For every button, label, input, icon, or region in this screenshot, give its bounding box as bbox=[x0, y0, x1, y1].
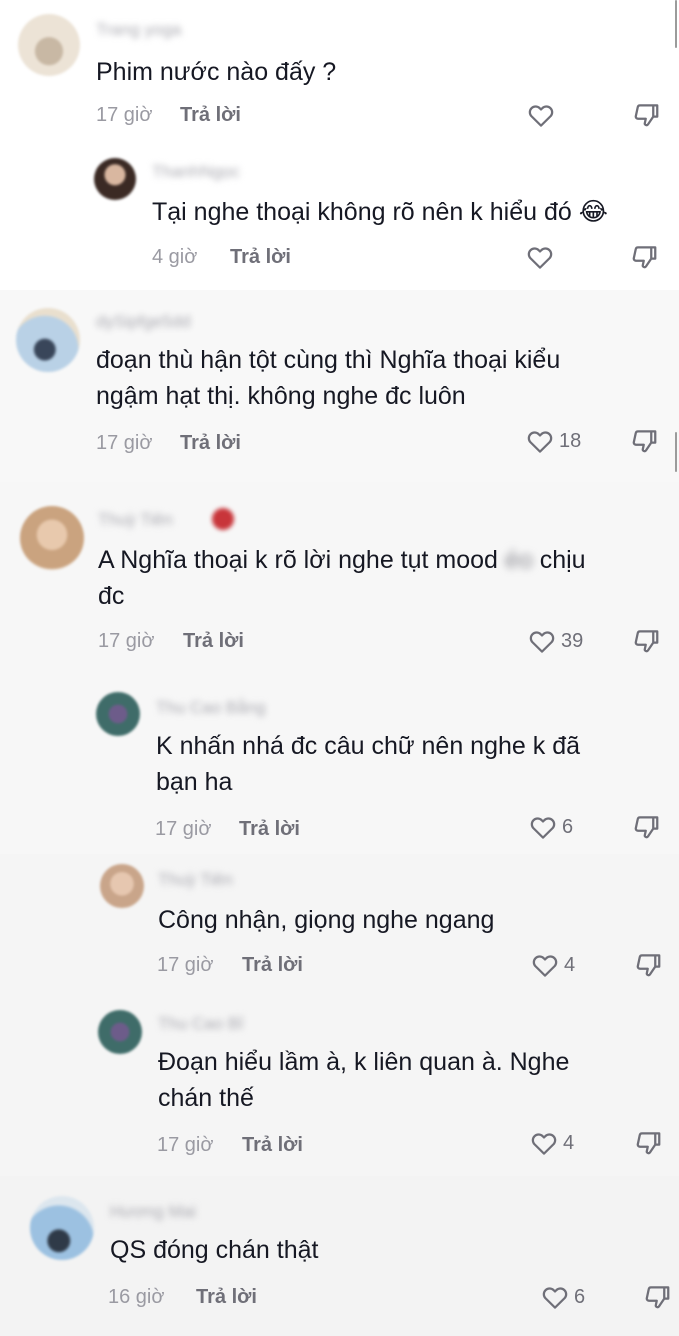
like-button[interactable]: 4 bbox=[530, 950, 575, 980]
reply-item: Thu Cao Bỉ Đoạn hiểu lầm à, k liên quan … bbox=[0, 1004, 679, 1174]
comment-time: 17 giờ bbox=[98, 630, 155, 652]
like-button[interactable]: 18 bbox=[525, 426, 581, 456]
reply-button[interactable]: Trả lời bbox=[183, 630, 244, 653]
like-button[interactable] bbox=[526, 100, 556, 130]
avatar[interactable] bbox=[98, 1010, 142, 1054]
comment-item: Trang yoga Phim nước nào đấy ? 17 giờ Tr… bbox=[0, 0, 679, 140]
like-count: 6 bbox=[574, 1285, 586, 1308]
comment-text: chán thế bbox=[158, 1084, 254, 1112]
comment-text: Công nhận, giọng nghe ngang bbox=[158, 906, 495, 934]
like-count: 39 bbox=[561, 629, 584, 652]
thumbs-down-outline-icon[interactable] bbox=[634, 950, 664, 980]
comment-text: ngậm hạt thị. không nghe đc luôn bbox=[96, 382, 466, 410]
comment-item: Thuỳ Tiên A Nghĩa thoại k rõ lời nghe tụ… bbox=[0, 496, 679, 676]
like-button[interactable]: 4 bbox=[529, 1128, 574, 1158]
username[interactable]: Trang yoga bbox=[96, 20, 181, 40]
username[interactable]: ThanhNgọc bbox=[152, 162, 240, 182]
comment-time: 17 giờ bbox=[96, 432, 153, 454]
avatar[interactable] bbox=[94, 158, 136, 200]
username[interactable]: Thu Cao Bỉ bbox=[158, 1014, 243, 1034]
thumbs-down-outline-icon[interactable] bbox=[643, 1282, 673, 1312]
reply-button[interactable]: Trả lời bbox=[180, 104, 241, 127]
comment-text-line: chịu bbox=[539, 546, 586, 574]
comment-time: 17 giờ bbox=[155, 818, 212, 840]
censored-word: éo bbox=[504, 546, 533, 574]
avatar[interactable] bbox=[16, 308, 80, 372]
username[interactable]: Thuỳ Tiên bbox=[158, 870, 233, 890]
heart-outline-icon bbox=[530, 817, 556, 839]
comment-text: đc bbox=[98, 582, 125, 610]
thumbs-down-outline-icon[interactable] bbox=[630, 242, 660, 272]
reply-button[interactable]: Trả lời bbox=[180, 432, 241, 455]
thumbs-down-outline-icon[interactable] bbox=[632, 812, 662, 842]
heart-outline-icon bbox=[527, 431, 553, 453]
reply-button[interactable]: Trả lời bbox=[239, 818, 300, 841]
comment-text-line: Tại nghe thoại không rõ nên k hiểu đó bbox=[152, 198, 572, 226]
like-count: 18 bbox=[559, 429, 582, 452]
comment-time: 4 giờ bbox=[152, 246, 198, 268]
like-count: 6 bbox=[562, 815, 574, 838]
thumbs-down-outline-icon[interactable] bbox=[632, 626, 662, 656]
comment-text: QS đóng chán thật bbox=[110, 1236, 319, 1264]
heart-emoji-blurred bbox=[212, 508, 234, 530]
comment-text: Phim nước nào đấy ? bbox=[96, 58, 337, 86]
username[interactable]: Thu Cao Bằng bbox=[156, 698, 266, 718]
reply-button[interactable]: Trả lời bbox=[230, 246, 291, 269]
like-button[interactable]: 39 bbox=[527, 626, 583, 656]
thumbs-down-outline-icon[interactable] bbox=[634, 1128, 664, 1158]
like-button[interactable]: 6 bbox=[540, 1282, 585, 1312]
heart-outline-icon bbox=[527, 247, 553, 269]
comment-text: Tại nghe thoại không rõ nên k hiểu đó 😂 bbox=[152, 194, 608, 231]
like-count: 4 bbox=[564, 953, 576, 976]
avatar[interactable] bbox=[30, 1196, 94, 1260]
reply-button[interactable]: Trả lời bbox=[242, 954, 303, 977]
reply-item: Thuỳ Tiên Công nhận, giọng nghe ngang 17… bbox=[0, 858, 679, 998]
heart-outline-icon bbox=[531, 1133, 557, 1155]
username[interactable]: Thuỳ Tiên bbox=[98, 510, 173, 530]
avatar[interactable] bbox=[100, 864, 144, 908]
heart-outline-icon bbox=[528, 105, 554, 127]
comment-text: A Nghĩa thoại k rõ lời nghe tụt mood éo … bbox=[98, 542, 586, 579]
thumbs-down-outline-icon[interactable] bbox=[630, 426, 660, 456]
comment-time: 16 giờ bbox=[108, 1286, 165, 1308]
like-button[interactable] bbox=[525, 242, 555, 272]
laughing-tears-emoji: 😂 bbox=[578, 198, 608, 226]
avatar[interactable] bbox=[20, 506, 84, 570]
reply-item: Thu Cao Bằng K nhấn nhá đc câu chữ nên n… bbox=[0, 684, 679, 854]
heart-outline-icon bbox=[532, 955, 558, 977]
username[interactable]: Hương Mai bbox=[110, 1202, 196, 1222]
comment-text: K nhấn nhá đc câu chữ nên nghe k đã bbox=[156, 732, 580, 760]
avatar[interactable] bbox=[18, 14, 80, 76]
comment-time: 17 giờ bbox=[157, 954, 214, 976]
username[interactable]: dySipfge5dd bbox=[96, 312, 191, 332]
like-button[interactable]: 6 bbox=[528, 812, 573, 842]
comment-text: đoạn thù hận tột cùng thì Nghĩa thoại ki… bbox=[96, 346, 561, 374]
reply-button[interactable]: Trả lời bbox=[242, 1134, 303, 1157]
reply-button[interactable]: Trả lời bbox=[196, 1286, 257, 1309]
avatar[interactable] bbox=[96, 692, 140, 736]
comment-time: 17 giờ bbox=[157, 1134, 214, 1156]
heart-outline-icon bbox=[542, 1287, 568, 1309]
reply-item: ThanhNgọc Tại nghe thoại không rõ nên k … bbox=[0, 146, 679, 286]
comment-item: dySipfge5dd đoạn thù hận tột cùng thì Ng… bbox=[0, 296, 679, 476]
like-count: 4 bbox=[563, 1131, 575, 1154]
heart-outline-icon bbox=[529, 631, 555, 653]
comment-item: Hương Mai QS đóng chán thật 16 giờ Trả l… bbox=[0, 1190, 679, 1336]
comment-text: Đoạn hiểu lầm à, k liên quan à. Nghe bbox=[158, 1048, 570, 1076]
comment-time: 17 giờ bbox=[96, 104, 153, 126]
comment-text-line: A Nghĩa thoại k rõ lời nghe tụt mood bbox=[98, 546, 498, 574]
thumbs-down-outline-icon[interactable] bbox=[632, 100, 662, 130]
comment-text: bạn ha bbox=[156, 768, 233, 796]
